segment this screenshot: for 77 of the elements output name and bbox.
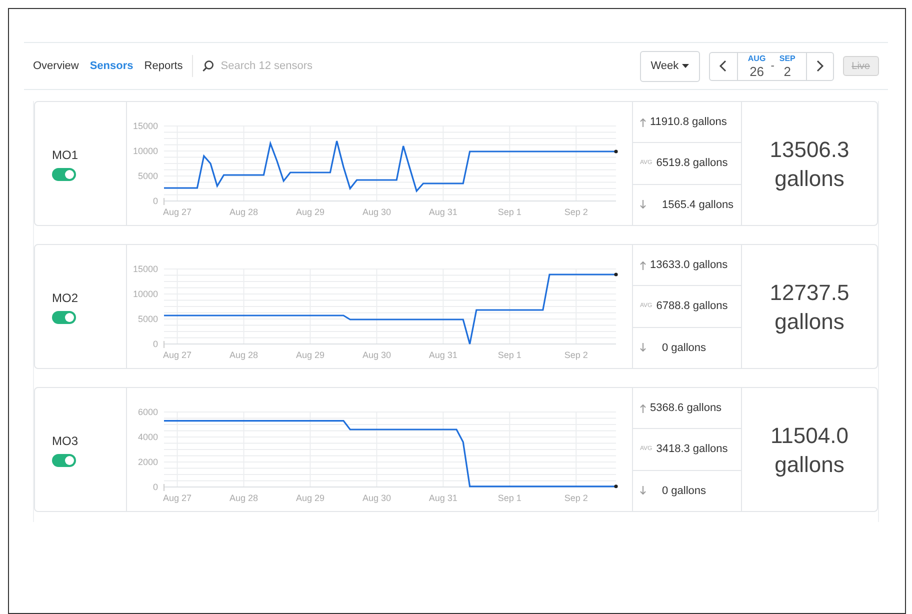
sensor-name: MO2 [52, 290, 80, 307]
range-separator: - [770, 58, 774, 74]
stat-value: 5368.6 gallons [650, 400, 722, 416]
x-tick-label: Aug 27 [163, 493, 192, 503]
x-tick-label: Aug 27 [163, 350, 192, 360]
total-value: 12737.5 [770, 278, 850, 306]
sensor-name: MO3 [52, 433, 80, 450]
end-point [614, 150, 618, 154]
nav-tab[interactable]: Sensors [90, 58, 134, 74]
stat-value: 1565.4 gallons [662, 198, 734, 213]
x-tick-label: Aug 31 [428, 207, 458, 217]
x-tick-label: Aug 28 [230, 207, 258, 217]
caret-down-icon [682, 64, 689, 68]
total-unit: gallons [774, 308, 844, 336]
arrow-down-icon [640, 200, 646, 210]
y-tick-label: 4000 [138, 432, 158, 442]
stat-value: 3418.3 gallons [656, 442, 728, 458]
stat-value: 6519.8 gallons [656, 156, 728, 172]
y-tick-label: 0 [152, 482, 158, 492]
total-unit: gallons [774, 450, 844, 478]
end-point [614, 484, 618, 488]
total-unit: gallons [774, 164, 844, 192]
search-field[interactable]: Search 12 sensors [220, 58, 381, 74]
total-value: 11504.0 [770, 422, 848, 450]
month-label: SEP [779, 54, 796, 62]
y-tick-label: 0 [152, 339, 158, 349]
x-tick-label: Sep 2 [564, 350, 588, 360]
x-tick-label: Aug 29 [296, 350, 324, 360]
y-tick-label: 5000 [138, 171, 158, 181]
arrow-down-icon [640, 343, 646, 352]
x-tick-label: Sep 2 [564, 493, 588, 503]
stat-value: 0 gallons [662, 484, 706, 499]
x-tick-label: Sep 1 [498, 493, 522, 503]
sensor-name: MO1 [52, 147, 80, 164]
toggle-switch[interactable] [52, 311, 76, 324]
x-tick-label: Sep 1 [498, 207, 522, 217]
chevron-left-icon [719, 60, 728, 72]
x-tick-label: Aug 28 [230, 350, 258, 360]
x-tick-label: Sep 1 [498, 350, 522, 360]
y-tick-label: 6000 [138, 407, 158, 417]
toggle-switch[interactable] [52, 168, 76, 181]
total-value: 13506.3 [770, 136, 850, 164]
x-tick-label: Aug 29 [296, 207, 324, 217]
x-tick-label: Aug 28 [230, 493, 258, 503]
y-tick-label: 2000 [138, 457, 158, 467]
x-tick-label: Aug 29 [296, 493, 324, 503]
day-label: 2 [784, 64, 791, 78]
y-tick-label: 0 [152, 196, 158, 206]
arrow-up-icon [640, 404, 646, 413]
stat-value: 11910.8 gallons [650, 114, 727, 130]
y-tick-label: 15000 [132, 121, 158, 131]
day-label: 26 [750, 64, 764, 78]
stat-value: 6788.8 gallons [656, 299, 728, 314]
arrow-down-icon [640, 486, 646, 496]
x-tick-label: Sep 2 [564, 207, 588, 217]
arrow-up-icon [640, 118, 646, 127]
nav-tab[interactable]: Overview [33, 58, 79, 74]
stat-value: 13633.0 gallons [650, 258, 728, 273]
end-point [614, 272, 618, 276]
stat-value: 0 gallons [662, 340, 706, 356]
nav-tab[interactable]: Reports [144, 58, 183, 74]
period-dropdown[interactable]: Week [640, 50, 700, 82]
month-label: AUG [748, 54, 766, 62]
y-tick-label: 10000 [132, 146, 158, 156]
x-tick-label: Aug 27 [163, 207, 192, 217]
y-tick-label: 15000 [132, 264, 158, 274]
x-tick-label: Aug 30 [362, 350, 391, 360]
x-tick-label: Aug 31 [428, 350, 458, 360]
search-icon [202, 60, 214, 72]
x-tick-label: Aug 30 [362, 207, 391, 217]
x-tick-label: Aug 30 [362, 493, 391, 503]
arrow-up-icon [640, 260, 646, 270]
chevron-right-icon [816, 60, 824, 72]
y-tick-label: 10000 [132, 289, 158, 299]
x-tick-label: Aug 31 [428, 493, 458, 503]
toggle-switch[interactable] [52, 454, 76, 467]
y-tick-label: 5000 [138, 314, 158, 324]
